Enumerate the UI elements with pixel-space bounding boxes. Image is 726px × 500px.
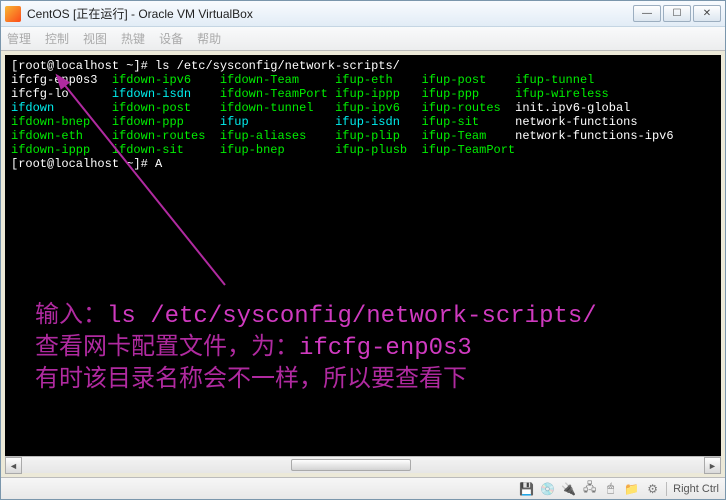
window-title: CentOS [正在运行] - Oracle VM VirtualBox <box>27 5 633 22</box>
app-icon <box>5 6 21 22</box>
menu-devices[interactable]: 设备 <box>159 30 183 47</box>
scroll-left-button[interactable]: ◄ <box>5 457 22 474</box>
annot-command: ls /etc/sysconfig/network-scripts/ <box>107 303 597 330</box>
vm-window: CentOS [正在运行] - Oracle VM VirtualBox — ☐… <box>0 0 726 500</box>
horizontal-scrollbar[interactable]: ◄ ► <box>5 456 721 473</box>
shared-folder-icon[interactable]: 📁 <box>624 481 639 496</box>
statusbar: 💾 💿 🔌 🖧 🖱 📁 ⚙ Right Ctrl <box>1 477 725 499</box>
network-icon[interactable]: 🖧 <box>582 481 597 496</box>
settings-icon[interactable]: ⚙ <box>645 481 660 496</box>
menu-control[interactable]: 控制 <box>45 30 69 47</box>
annot-filename: ifcfg-enp0s3 <box>299 335 472 362</box>
content-area: [root@localhost ~]# ls /etc/sysconfig/ne… <box>1 51 725 477</box>
annot-desc1: 查看网卡配置文件，为： <box>35 334 299 360</box>
statusbar-separator <box>666 482 667 496</box>
close-button[interactable]: ✕ <box>693 5 721 22</box>
menu-view[interactable]: 视图 <box>83 30 107 47</box>
scroll-right-button[interactable]: ► <box>704 457 721 474</box>
maximize-button[interactable]: ☐ <box>663 5 691 22</box>
scroll-thumb[interactable] <box>291 459 411 471</box>
menubar[interactable]: 管理 控制 视图 热键 设备 帮助 <box>1 27 725 51</box>
annot-desc2: 有时该目录名称会不一样，所以要查看下 <box>35 364 597 394</box>
titlebar[interactable]: CentOS [正在运行] - Oracle VM VirtualBox — ☐… <box>1 1 725 27</box>
menu-help[interactable]: 帮助 <box>197 30 221 47</box>
usb-icon[interactable]: 🔌 <box>561 481 576 496</box>
mouse-icon[interactable]: 🖱 <box>603 481 618 496</box>
menu-hotkey[interactable]: 热键 <box>121 30 145 47</box>
menu-manage[interactable]: 管理 <box>7 30 31 47</box>
minimize-button[interactable]: — <box>633 5 661 22</box>
terminal[interactable]: [root@localhost ~]# ls /etc/sysconfig/ne… <box>5 55 721 175</box>
optical-icon[interactable]: 💿 <box>540 481 555 496</box>
disk-icon[interactable]: 💾 <box>519 481 534 496</box>
annot-input-label: 输入： <box>35 302 107 328</box>
terminal-viewport[interactable]: [root@localhost ~]# ls /etc/sysconfig/ne… <box>5 55 721 456</box>
hostkey-indicator: Right Ctrl <box>673 483 719 495</box>
annotation-text: 输入：ls /etc/sysconfig/network-scripts/ 查看… <box>35 300 597 394</box>
